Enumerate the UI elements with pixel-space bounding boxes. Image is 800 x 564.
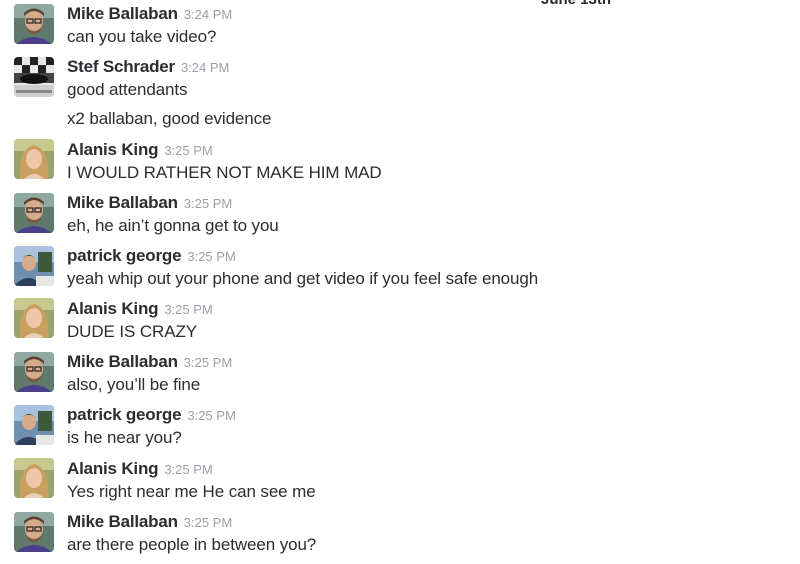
- author-name[interactable]: patrick george: [67, 405, 182, 424]
- message-timestamp[interactable]: 3:25 PM: [164, 302, 212, 317]
- message-timestamp[interactable]: 3:25 PM: [187, 408, 235, 423]
- message-author[interactable]: Mike Ballaban 3:24 PM: [67, 4, 232, 24]
- alanis-avatar-icon[interactable]: [14, 298, 54, 338]
- message-author[interactable]: Mike Ballaban 3:25 PM: [67, 512, 232, 532]
- message-author[interactable]: Alanis King 3:25 PM: [67, 459, 213, 479]
- message-author[interactable]: Alanis King 3:25 PM: [67, 140, 213, 160]
- patrick-avatar-icon[interactable]: [14, 246, 54, 286]
- message-timestamp[interactable]: 3:25 PM: [187, 249, 235, 264]
- mike-avatar-icon[interactable]: [14, 193, 54, 233]
- message-author[interactable]: Alanis King 3:25 PM: [67, 299, 213, 319]
- message-author[interactable]: patrick george 3:25 PM: [67, 405, 236, 425]
- patrick-avatar-icon[interactable]: [14, 405, 54, 445]
- message-text: x2 ballaban, good evidence: [67, 109, 272, 128]
- mike-avatar-icon[interactable]: [14, 352, 54, 392]
- mike-avatar-icon[interactable]: [14, 512, 54, 552]
- message-timestamp[interactable]: 3:25 PM: [184, 515, 232, 530]
- author-name[interactable]: Stef Schrader: [67, 57, 175, 76]
- author-name[interactable]: Alanis King: [67, 459, 159, 478]
- message-timestamp[interactable]: 3:25 PM: [164, 143, 212, 158]
- message-text: is he near you?: [67, 428, 182, 447]
- alanis-avatar-icon[interactable]: [14, 139, 54, 179]
- message-text: eh, he ain’t gonna get to you: [67, 216, 279, 235]
- message-timestamp[interactable]: 3:25 PM: [184, 355, 232, 370]
- date-divider: June 13th: [541, 0, 611, 8]
- message-timestamp[interactable]: 3:24 PM: [181, 60, 229, 75]
- message-text: I WOULD RATHER NOT MAKE HIM MAD: [67, 163, 382, 182]
- author-name[interactable]: patrick george: [67, 246, 182, 265]
- author-name[interactable]: Mike Ballaban: [67, 352, 178, 371]
- message-text: yeah whip out your phone and get video i…: [67, 269, 539, 288]
- alanis-avatar-icon[interactable]: [14, 458, 54, 498]
- message-text: DUDE IS CRAZY: [67, 322, 197, 341]
- author-name[interactable]: Alanis King: [67, 140, 159, 159]
- message-text: good attendants: [67, 80, 188, 99]
- message-timestamp[interactable]: 3:24 PM: [184, 7, 232, 22]
- author-name[interactable]: Mike Ballaban: [67, 512, 178, 531]
- message-author[interactable]: Stef Schrader 3:24 PM: [67, 57, 229, 77]
- message-text: also, you’ll be fine: [67, 375, 201, 394]
- message-timestamp[interactable]: 3:25 PM: [164, 462, 212, 477]
- message-author[interactable]: patrick george 3:25 PM: [67, 246, 236, 266]
- message-text: can you take video?: [67, 27, 217, 46]
- mike-avatar-icon[interactable]: [14, 4, 54, 44]
- message-text: Yes right near me He can see me: [67, 482, 316, 501]
- author-name[interactable]: Mike Ballaban: [67, 4, 178, 23]
- message-author[interactable]: Mike Ballaban 3:25 PM: [67, 193, 232, 213]
- message-timestamp[interactable]: 3:25 PM: [184, 196, 232, 211]
- message-text: are there people in between you?: [67, 535, 317, 554]
- stef-avatar-icon[interactable]: [14, 57, 54, 97]
- author-name[interactable]: Alanis King: [67, 299, 159, 318]
- message-author[interactable]: Mike Ballaban 3:25 PM: [67, 352, 232, 372]
- author-name[interactable]: Mike Ballaban: [67, 193, 178, 212]
